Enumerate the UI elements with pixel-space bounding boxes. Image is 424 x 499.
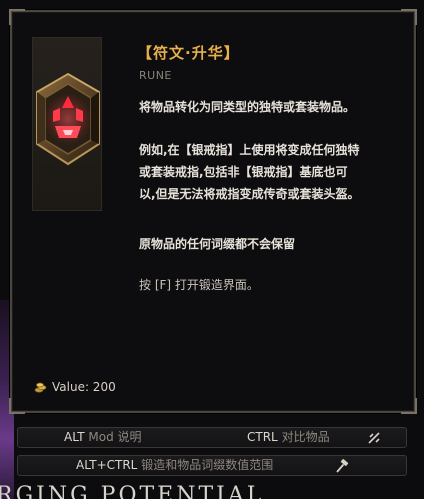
item-value-label: Value: 200 <box>52 380 116 394</box>
item-description-line: 将物品转化为同类型的独特或套装物品。 <box>139 100 356 114</box>
frame-corner <box>401 398 417 414</box>
alt-mod-keybind[interactable]: ALT Mod 说明 <box>64 428 142 447</box>
keybind-key: ALT <box>64 430 85 444</box>
gold-coins-icon <box>34 382 47 393</box>
ctrl-compare-keybind[interactable]: CTRL 对比物品 <box>247 428 330 447</box>
keybind-bar: ALT+CTRL 锻造和物品词缀数值范围 <box>17 455 407 476</box>
frame-corner <box>9 398 25 414</box>
frame-corner <box>9 9 25 25</box>
keybind-bar: ALT Mod 说明 CTRL 对比物品 <box>17 427 407 448</box>
keybind-action: Mod 说明 <box>88 430 142 444</box>
item-description-line: 或套装戒指,包括非【银戒指】基底也可 <box>139 165 348 179</box>
item-description-line: 原物品的任何词缀都不会保留 <box>139 237 296 251</box>
keybind-action: 对比物品 <box>281 430 330 444</box>
keybind-key: CTRL <box>247 430 278 444</box>
keybind-key: ALT+CTRL <box>76 458 138 472</box>
frame-corner <box>401 9 417 25</box>
keybind-action: 锻造和物品词缀数值范围 <box>141 458 274 472</box>
item-description-line: 以,但是无法将戒指变成传奇或套装头盔。 <box>139 187 360 201</box>
hammer-icon <box>336 459 349 473</box>
item-title: 【符文·升华】 <box>137 44 240 62</box>
item-category: RUNE <box>139 69 172 82</box>
item-description-line: 例如,在【银戒指】上使用将变成任何独特 <box>139 143 360 157</box>
rune-of-ascendance-icon <box>36 72 100 166</box>
item-value: Value: 200 <box>34 380 116 394</box>
item-tooltip: 【符文·升华】 RUNE 将物品转化为同类型的独特或套装物品。 例如,在【银戒指… <box>9 9 417 414</box>
compare-swords-icon <box>368 432 380 444</box>
forge-hint: 按 [F] 打开锻造界面。 <box>139 278 259 292</box>
background-heading: RGING POTENTIAL <box>0 483 265 499</box>
altctrl-forge-keybind[interactable]: ALT+CTRL 锻造和物品词缀数值范围 <box>76 456 273 475</box>
item-icon-frame <box>32 37 102 211</box>
